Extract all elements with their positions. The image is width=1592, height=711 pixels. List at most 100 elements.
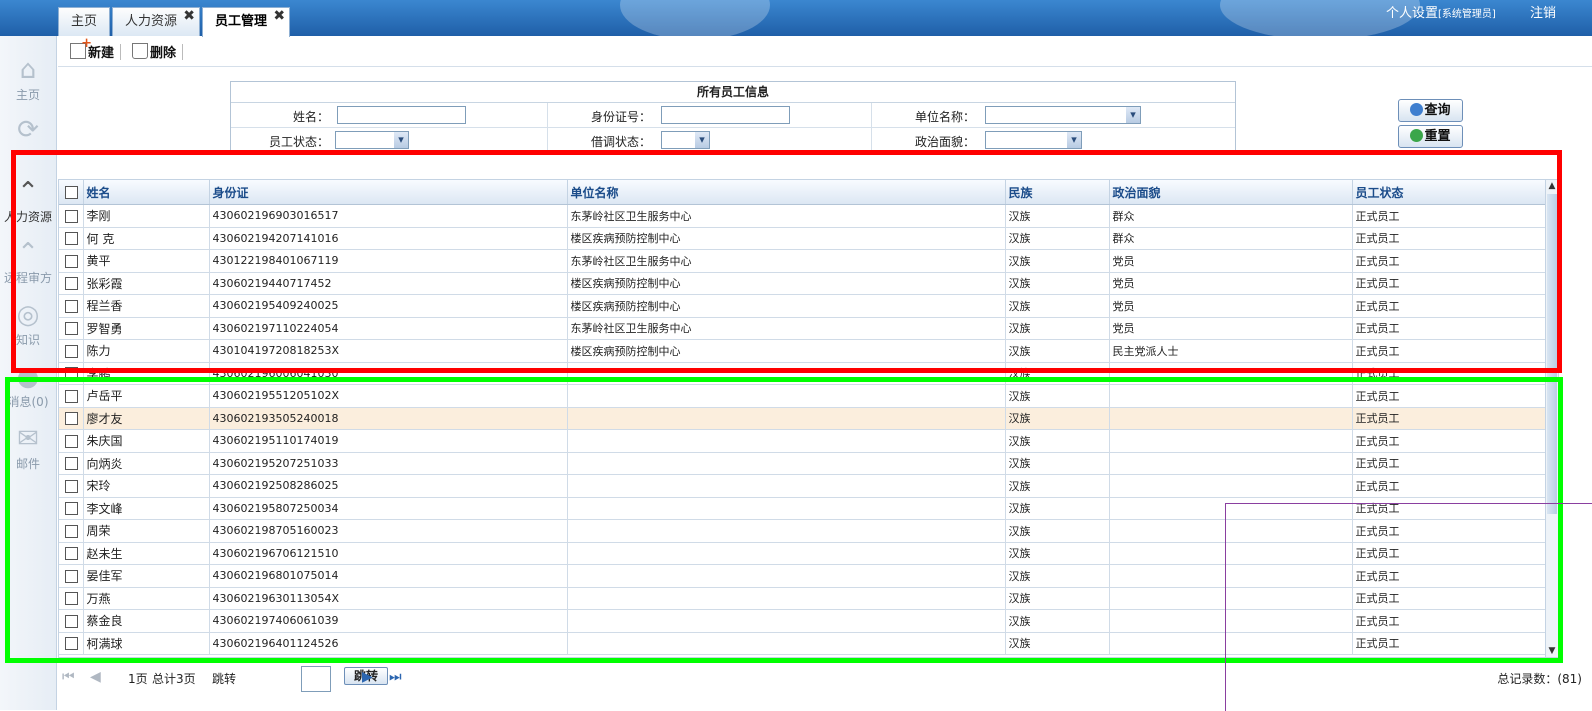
row-checkbox[interactable] — [65, 209, 78, 223]
last-page-icon[interactable]: ⏭ — [389, 669, 402, 685]
scroll-down-icon[interactable]: ▼ — [1546, 645, 1558, 657]
query-button[interactable]: 查询 — [1398, 99, 1463, 122]
table-row[interactable]: 何 克 430602194207141016 楼区疾病预防控制中心 汉族 群众 正式员工 — [59, 227, 1545, 250]
row-checkbox[interactable] — [65, 457, 78, 470]
tab-employee-management-close-icon[interactable]: ✖ — [273, 2, 285, 30]
row-checkbox[interactable] — [65, 434, 78, 448]
delete-button[interactable]: 删除 — [132, 42, 176, 61]
cell-unit — [567, 497, 1006, 520]
cell-name: 李文峰 — [83, 497, 210, 520]
tab-employee-management-label: 员工管理 — [215, 14, 268, 29]
table-row[interactable]: 晏佳军 430602196801075014 汉族 正式员工 — [59, 564, 1545, 588]
political-status-select[interactable] — [985, 131, 1082, 149]
row-checkbox[interactable] — [65, 232, 78, 245]
cell-id: 430122198401067119 — [209, 249, 568, 273]
cell-nation: 汉族 — [1005, 249, 1110, 273]
unit-name-select[interactable] — [985, 106, 1141, 124]
row-checkbox[interactable] — [65, 614, 78, 628]
sidebar-item-home[interactable]: ⌂ 主页 — [0, 56, 56, 103]
cell-id: 430602196706121510 — [209, 542, 568, 565]
column-header-name[interactable]: 姓名 — [83, 180, 210, 205]
id-number-input[interactable] — [661, 106, 790, 124]
table-row[interactable]: 廖才友 430602193505240018 汉族 正式员工 — [59, 407, 1545, 430]
sidebar-item-hr[interactable]: ⌃ 人力资源 — [0, 178, 56, 225]
loan-status-select[interactable] — [661, 131, 710, 149]
row-checkbox[interactable] — [65, 367, 78, 380]
row-checkbox[interactable] — [65, 344, 78, 358]
sidebar-item-refresh[interactable]: ⟳ — [0, 116, 56, 146]
sidebar-item-mail[interactable]: ✉ 邮件 — [0, 425, 56, 472]
row-select-cell — [59, 587, 84, 610]
row-checkbox[interactable] — [65, 502, 78, 515]
table-row[interactable]: 朱庆国 430602195110174019 汉族 正式员工 — [59, 429, 1545, 453]
sidebar-item-hr-label: 人力资源 — [3, 210, 52, 224]
row-checkbox[interactable] — [65, 524, 78, 538]
jump-page-input[interactable] — [301, 666, 331, 692]
row-checkbox[interactable] — [65, 592, 78, 605]
row-checkbox[interactable] — [65, 637, 78, 650]
row-checkbox[interactable] — [65, 569, 78, 583]
scroll-up-icon[interactable]: ▲ — [1546, 180, 1558, 192]
table-row[interactable]: 李鹏 430602196006041030 汉族 正式员工 — [59, 362, 1545, 385]
cell-id: 430602195207251033 — [209, 452, 568, 475]
sidebar-item-messages[interactable]: ● 消息(0) — [0, 363, 56, 410]
row-checkbox[interactable] — [65, 254, 78, 268]
table-row[interactable]: 向炳炎 430602195207251033 汉族 正式员工 — [59, 452, 1545, 475]
tab-employee-management[interactable]: 员工管理 ✖ — [202, 7, 291, 37]
cell-unit — [567, 474, 1006, 498]
reset-button[interactable]: 重置 — [1398, 125, 1463, 148]
table-row[interactable]: 赵未生 430602196706121510 汉族 正式员工 — [59, 542, 1545, 565]
column-header-unit[interactable]: 单位名称 — [567, 180, 1006, 205]
cell-politics: 党员 — [1109, 272, 1353, 295]
new-button[interactable]: 新建 — [70, 36, 114, 61]
table-scrollbar[interactable]: ▲ ▼ — [1545, 179, 1559, 658]
first-page-icon[interactable]: ⏮ — [62, 669, 75, 685]
row-checkbox[interactable] — [65, 547, 78, 560]
cell-politics — [1109, 609, 1353, 633]
table-row[interactable]: 蔡金良 430602197406061039 汉族 正式员工 — [59, 609, 1545, 633]
table-row[interactable]: 宋玲 430602192508286025 汉族 正式员工 — [59, 474, 1545, 498]
cell-status: 正式员工 — [1352, 542, 1545, 565]
row-checkbox[interactable] — [65, 389, 78, 403]
select-all-checkbox[interactable] — [65, 186, 78, 199]
row-checkbox[interactable] — [65, 479, 78, 493]
tab-home[interactable]: 主页 — [58, 7, 111, 36]
column-header-nation[interactable]: 民族 — [1005, 180, 1110, 205]
tab-hr[interactable]: 人力资源 ✖ — [112, 7, 201, 36]
scroll-thumb[interactable] — [1547, 194, 1557, 514]
row-checkbox[interactable] — [65, 277, 78, 290]
row-checkbox[interactable] — [65, 322, 78, 335]
tab-hr-close-icon[interactable]: ✖ — [183, 2, 195, 30]
next-page-icon[interactable]: ▶ — [362, 669, 373, 685]
name-input[interactable] — [337, 106, 466, 124]
table-row[interactable]: 李刚 430602196903016517 东茅岭社区卫生服务中心 汉族 群众 正式员工 — [59, 204, 1545, 228]
table-row[interactable]: 黄平 430122198401067119 东茅岭社区卫生服务中心 汉族 党员 正式员工 — [59, 249, 1545, 273]
query-button-label: 查询 — [1424, 103, 1451, 118]
sidebar-item-remote-review[interactable]: ⌃ 远程审方 — [0, 239, 56, 286]
table-row[interactable]: 万燕 43060219630113054X 汉族 正式员工 — [59, 587, 1545, 610]
table-row[interactable]: 柯满球 430602196401124526 汉族 正式员工 — [59, 632, 1545, 655]
row-checkbox[interactable] — [65, 412, 78, 425]
column-header-status[interactable]: 员工状态 — [1352, 180, 1545, 205]
table-row[interactable]: 李文峰 430602195807250034 汉族 正式员工 — [59, 497, 1545, 520]
cell-status: 正式员工 — [1352, 294, 1545, 318]
sidebar-item-knowledge[interactable]: ◎ 知识 — [0, 301, 56, 348]
table-row[interactable]: 陈力 43010419720818253X 楼区疾病预防控制中心 汉族 民主党派人士 正式… — [59, 339, 1545, 363]
table-row[interactable]: 罗智勇 430602197110224054 东茅岭社区卫生服务中心 汉族 党员 正式员工 — [59, 317, 1545, 340]
row-checkbox[interactable] — [65, 299, 78, 313]
column-header-politics[interactable]: 政治面貌 — [1109, 180, 1353, 205]
cell-name: 卢岳平 — [83, 384, 210, 408]
logout-link[interactable]: 注销 — [1530, 6, 1556, 21]
previous-page-icon[interactable]: ◀ — [90, 669, 101, 685]
cell-unit — [567, 362, 1006, 385]
table-row[interactable]: 卢岳平 43060219551205102X 汉族 正式员工 — [59, 384, 1545, 408]
table-row[interactable]: 程兰香 430602195409240025 楼区疾病预防控制中心 汉族 党员 正式员工 — [59, 294, 1545, 318]
table-row[interactable]: 张彩霞 43060219440717452 楼区疾病预防控制中心 汉族 党员 正式员工 — [59, 272, 1545, 295]
row-select-cell — [59, 429, 84, 453]
employee-status-select[interactable] — [335, 131, 409, 149]
loan-status-label: 借调状态： — [590, 135, 651, 149]
table-row[interactable]: 周荣 430602198705160023 汉族 正式员工 — [59, 519, 1545, 543]
personal-settings-link[interactable]: 个人设置[系统管理员] — [1356, 6, 1496, 21]
column-header-id[interactable]: 身份证 — [209, 180, 568, 205]
cell-politics — [1109, 384, 1353, 408]
